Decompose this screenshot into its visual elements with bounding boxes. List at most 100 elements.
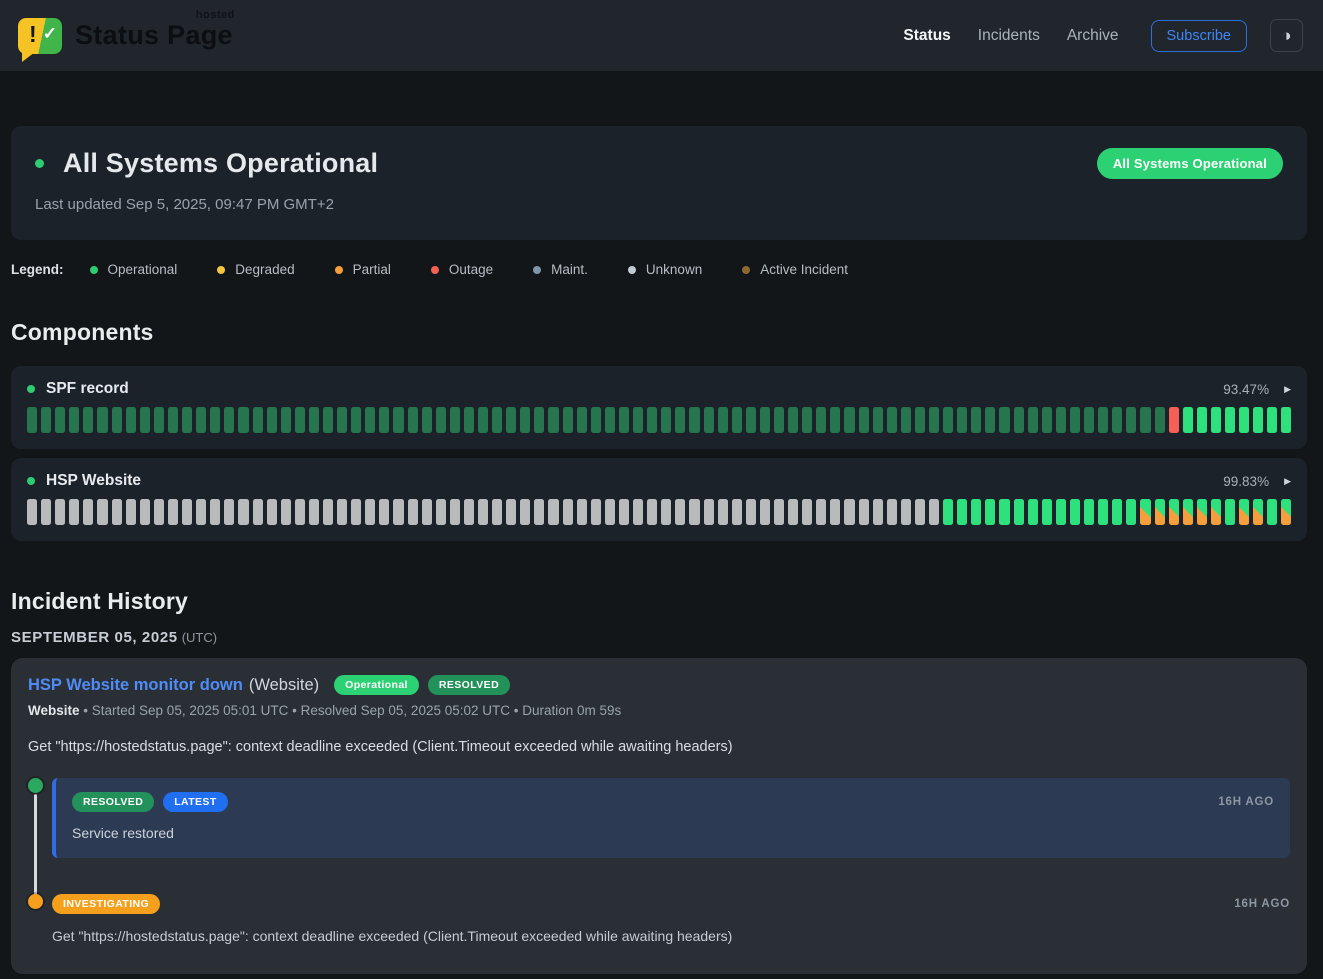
uptime-bar-operational_muted[interactable] (591, 407, 601, 433)
uptime-bar-operational_muted[interactable] (732, 407, 742, 433)
uptime-bar-operational_muted[interactable] (704, 407, 714, 433)
uptime-bar-operational_bright[interactable] (1070, 499, 1080, 525)
uptime-bar-operational_bright[interactable] (1225, 499, 1235, 525)
uptime-bar-operational_muted[interactable] (1014, 407, 1024, 433)
uptime-bar-operational_muted[interactable] (1084, 407, 1094, 433)
uptime-bar-no_data[interactable] (224, 499, 234, 525)
uptime-bar-no_data[interactable] (337, 499, 347, 525)
uptime-bar-operational_muted[interactable] (985, 407, 995, 433)
uptime-bar-operational_bright[interactable] (1098, 499, 1108, 525)
uptime-bar-no_data[interactable] (97, 499, 107, 525)
uptime-bar-operational_muted[interactable] (619, 407, 629, 433)
uptime-bar-no_data[interactable] (788, 499, 798, 525)
uptime-bar-outage[interactable] (1169, 407, 1179, 433)
uptime-bar-no_data[interactable] (760, 499, 770, 525)
uptime-bar-no_data[interactable] (633, 499, 643, 525)
uptime-bar-no_data[interactable] (689, 499, 699, 525)
uptime-bar-operational_muted[interactable] (267, 407, 277, 433)
uptime-bar-operational_muted[interactable] (140, 407, 150, 433)
uptime-bar-operational_muted[interactable] (168, 407, 178, 433)
uptime-bar-operational_muted[interactable] (718, 407, 728, 433)
nav-link-status[interactable]: Status (903, 27, 950, 45)
uptime-bar-operational_muted[interactable] (450, 407, 460, 433)
uptime-bar-partial_mixed[interactable] (1155, 499, 1165, 525)
uptime-bar-operational_muted[interactable] (661, 407, 671, 433)
uptime-bar-no_data[interactable] (506, 499, 516, 525)
uptime-bar-operational_muted[interactable] (1042, 407, 1052, 433)
uptime-bar-operational_bright[interactable] (1267, 499, 1277, 525)
uptime-bar-operational_muted[interactable] (126, 407, 136, 433)
uptime-bar-no_data[interactable] (774, 499, 784, 525)
uptime-bar-no_data[interactable] (548, 499, 558, 525)
uptime-bar-no_data[interactable] (718, 499, 728, 525)
uptime-bar-no_data[interactable] (267, 499, 277, 525)
uptime-bar-no_data[interactable] (647, 499, 657, 525)
uptime-bar-operational_muted[interactable] (633, 407, 643, 433)
uptime-bar-no_data[interactable] (112, 499, 122, 525)
uptime-bar-operational_muted[interactable] (281, 407, 291, 433)
uptime-bar-operational_bright[interactable] (1239, 407, 1249, 433)
uptime-bar-operational_muted[interactable] (365, 407, 375, 433)
uptime-bar-no_data[interactable] (140, 499, 150, 525)
uptime-bar-partial_mixed[interactable] (1169, 499, 1179, 525)
uptime-bar-operational_muted[interactable] (577, 407, 587, 433)
uptime-bar-operational_bright[interactable] (1211, 407, 1221, 433)
uptime-bar-no_data[interactable] (393, 499, 403, 525)
uptime-bar-operational_muted[interactable] (210, 407, 220, 433)
uptime-bar-operational_muted[interactable] (901, 407, 911, 433)
uptime-bar-operational_muted[interactable] (957, 407, 967, 433)
uptime-bar-no_data[interactable] (422, 499, 432, 525)
uptime-bar-operational_muted[interactable] (1056, 407, 1066, 433)
uptime-bar-no_data[interactable] (605, 499, 615, 525)
uptime-bar-operational_bright[interactable] (971, 499, 981, 525)
uptime-bar-operational_muted[interactable] (323, 407, 333, 433)
uptime-bar-operational_muted[interactable] (1126, 407, 1136, 433)
uptime-bar-operational_muted[interactable] (478, 407, 488, 433)
uptime-bar-partial_mixed[interactable] (1140, 499, 1150, 525)
expand-arrow-icon[interactable]: ▶ (1284, 476, 1291, 487)
uptime-bar-no_data[interactable] (675, 499, 685, 525)
uptime-bar-operational_muted[interactable] (943, 407, 953, 433)
uptime-bar-no_data[interactable] (887, 499, 897, 525)
uptime-bar-operational_bright[interactable] (1253, 407, 1263, 433)
uptime-bar-operational_muted[interactable] (253, 407, 263, 433)
uptime-bar-operational_muted[interactable] (605, 407, 615, 433)
uptime-bar-no_data[interactable] (27, 499, 37, 525)
uptime-bar-no_data[interactable] (619, 499, 629, 525)
uptime-bar-no_data[interactable] (704, 499, 714, 525)
uptime-bar-operational_muted[interactable] (27, 407, 37, 433)
incident-title-link[interactable]: HSP Website monitor down (28, 676, 243, 695)
uptime-bar-operational_muted[interactable] (422, 407, 432, 433)
uptime-bar-operational_muted[interactable] (816, 407, 826, 433)
uptime-bar-operational_bright[interactable] (1197, 407, 1207, 433)
uptime-bar-no_data[interactable] (323, 499, 333, 525)
uptime-bar-no_data[interactable] (873, 499, 883, 525)
uptime-bar-operational_muted[interactable] (154, 407, 164, 433)
uptime-bar-no_data[interactable] (154, 499, 164, 525)
uptime-bar-no_data[interactable] (351, 499, 361, 525)
uptime-bar-partial_mixed[interactable] (1211, 499, 1221, 525)
uptime-bar-no_data[interactable] (379, 499, 389, 525)
uptime-bar-no_data[interactable] (520, 499, 530, 525)
uptime-bar-no_data[interactable] (478, 499, 488, 525)
uptime-bar-operational_muted[interactable] (41, 407, 51, 433)
uptime-bar-operational_bright[interactable] (1084, 499, 1094, 525)
uptime-bar-no_data[interactable] (464, 499, 474, 525)
uptime-bar-operational_bright[interactable] (957, 499, 967, 525)
uptime-bar-no_data[interactable] (295, 499, 305, 525)
uptime-bar-no_data[interactable] (69, 499, 79, 525)
uptime-bar-no_data[interactable] (534, 499, 544, 525)
uptime-bar-operational_muted[interactable] (436, 407, 446, 433)
uptime-bar-operational_muted[interactable] (337, 407, 347, 433)
uptime-bar-no_data[interactable] (492, 499, 502, 525)
uptime-bar-operational_muted[interactable] (873, 407, 883, 433)
uptime-bar-partial_mixed[interactable] (1281, 499, 1291, 525)
uptime-bar-partial_mixed[interactable] (1253, 499, 1263, 525)
uptime-bar-no_data[interactable] (309, 499, 319, 525)
uptime-bar-no_data[interactable] (182, 499, 192, 525)
uptime-bar-operational_bright[interactable] (1183, 407, 1193, 433)
uptime-bar-no_data[interactable] (563, 499, 573, 525)
subscribe-button[interactable]: Subscribe (1151, 20, 1247, 52)
uptime-bar-operational_muted[interactable] (1155, 407, 1165, 433)
uptime-bar-operational_muted[interactable] (844, 407, 854, 433)
